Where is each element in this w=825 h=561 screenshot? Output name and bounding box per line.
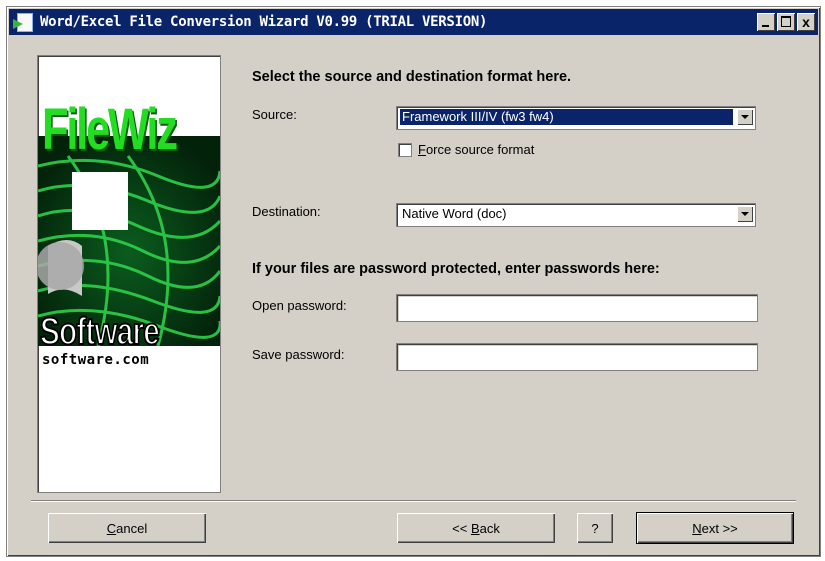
chevron-down-icon[interactable]	[737, 206, 753, 222]
password-heading: If your files are password protected, en…	[252, 261, 660, 277]
force-source-format-label: Force source format	[418, 142, 535, 157]
cancel-button[interactable]: Cancel	[48, 513, 206, 543]
window-title: Word/Excel File Conversion Wizard V0.99 …	[40, 14, 488, 30]
source-value: Framework III/IV (fw3 fw4)	[400, 109, 733, 125]
title-bar[interactable]: Word/Excel File Conversion Wizard V0.99 …	[9, 9, 818, 35]
footer-divider	[31, 500, 796, 502]
destination-label: Destination:	[252, 204, 321, 219]
title-buttons: x	[757, 13, 815, 31]
help-button[interactable]: ?	[577, 513, 613, 543]
app-icon	[13, 12, 35, 32]
destination-select[interactable]: Native Word (doc)	[396, 203, 756, 227]
wizard-window: Word/Excel File Conversion Wizard V0.99 …	[6, 6, 821, 557]
close-button[interactable]: x	[797, 13, 815, 31]
save-password-input[interactable]	[396, 343, 758, 371]
source-select[interactable]: Framework III/IV (fw3 fw4)	[396, 106, 756, 130]
logo-url: software.com	[42, 352, 150, 368]
logo-panel: FileWiz Software software.com	[37, 55, 221, 493]
format-heading: Select the source and destination format…	[252, 69, 572, 85]
open-password-input[interactable]	[396, 294, 758, 322]
chevron-down-icon[interactable]	[737, 109, 753, 125]
logo-wordmark: FileWiz	[42, 97, 178, 162]
force-source-format-checkbox[interactable]	[398, 142, 412, 157]
back-button[interactable]: << Back	[397, 513, 555, 543]
next-button[interactable]: Next >>	[636, 512, 794, 544]
open-password-label: Open password:	[252, 298, 347, 313]
save-password-label: Save password:	[252, 347, 345, 362]
force-source-format-row[interactable]: Force source format	[398, 142, 534, 157]
maximize-button[interactable]	[777, 13, 795, 31]
logo-company: Software	[39, 310, 160, 354]
source-label: Source:	[252, 107, 297, 122]
destination-value: Native Word (doc)	[402, 206, 507, 221]
minimize-button[interactable]	[757, 13, 775, 31]
